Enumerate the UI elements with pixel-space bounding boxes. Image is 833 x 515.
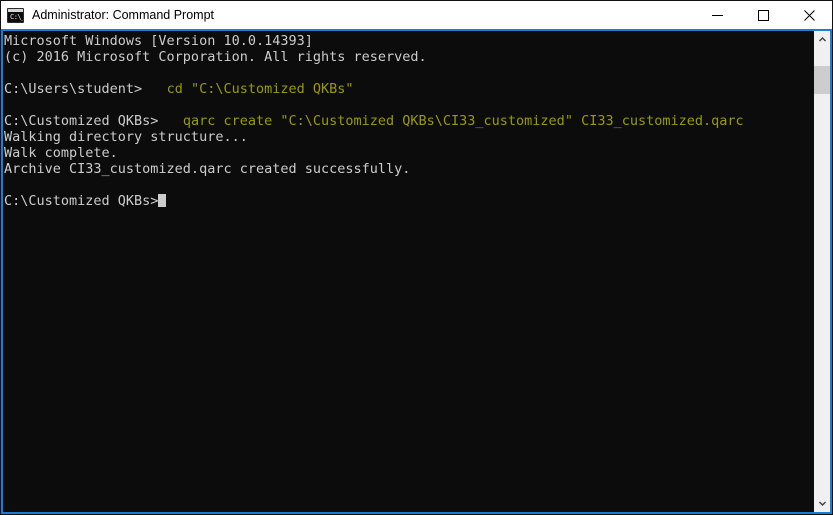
console-output-text: C:\Customized QKBs> <box>4 193 159 209</box>
scrollbar-thumb[interactable] <box>814 66 830 94</box>
console-output-text: Walk complete. <box>4 145 118 161</box>
console-line: Walk complete. <box>4 145 813 161</box>
console-command-text: qarc create "C:\Customized QKBs\CI33_cus… <box>182 113 744 129</box>
scroll-up-button[interactable] <box>814 31 830 48</box>
title-bar[interactable]: C:\_ Administrator: Command Prompt <box>1 1 832 29</box>
console-line: Archive CI33_customized.qarc created suc… <box>4 161 813 177</box>
console-output-text: Walking directory structure... <box>4 129 248 145</box>
window-title: Administrator: Command Prompt <box>32 8 215 22</box>
close-icon <box>803 9 815 21</box>
command-prompt-icon-titlebar <box>8 8 23 12</box>
minimize-button[interactable] <box>694 1 740 29</box>
text-cursor <box>158 194 167 207</box>
console-line: C:\Customized QKBs> qarc create "C:\Cust… <box>4 113 813 129</box>
vertical-scrollbar[interactable] <box>813 31 830 512</box>
title-bar-left: C:\_ Administrator: Command Prompt <box>1 1 694 29</box>
minimize-icon <box>711 14 723 16</box>
chevron-down-icon <box>818 501 826 506</box>
console-line: Microsoft Windows [Version 10.0.14393] <box>4 33 813 49</box>
console-output-text: Microsoft Windows [Version 10.0.14393] <box>4 33 313 49</box>
console-line: C:\Users\student> cd "C:\Customized QKBs… <box>4 81 813 97</box>
console-line: C:\Customized QKBs> <box>4 193 813 209</box>
command-prompt-icon-glyph: C:\_ <box>10 12 24 21</box>
console-output-text: Archive CI33_customized.qarc created suc… <box>4 161 411 177</box>
console-line: (c) 2016 Microsoft Corporation. All righ… <box>4 49 813 65</box>
maximize-button[interactable] <box>740 1 786 29</box>
scroll-down-button[interactable] <box>814 495 830 512</box>
command-prompt-window: C:\_ Administrator: Command Prompt Micro… <box>0 0 833 515</box>
close-button[interactable] <box>786 1 832 29</box>
scrollbar-track[interactable] <box>814 48 830 495</box>
chevron-up-icon <box>818 37 826 42</box>
console-output-text: (c) 2016 Microsoft Corporation. All righ… <box>4 49 427 65</box>
maximize-icon <box>757 9 769 21</box>
console-output-text: C:\Users\student> <box>4 81 167 97</box>
console-output[interactable]: Microsoft Windows [Version 10.0.14393] (c… <box>3 31 813 512</box>
console-command-text: cd "C:\Customized QKBs" <box>166 81 354 97</box>
console-line: Walking directory structure... <box>4 129 813 145</box>
command-prompt-icon: C:\_ <box>7 7 24 23</box>
window-controls <box>694 1 832 29</box>
console-text: Microsoft Windows [Version 10.0.14393] (c… <box>4 33 813 209</box>
console-area: Microsoft Windows [Version 10.0.14393] (c… <box>1 29 832 514</box>
console-output-text: C:\Customized QKBs> <box>4 113 183 129</box>
